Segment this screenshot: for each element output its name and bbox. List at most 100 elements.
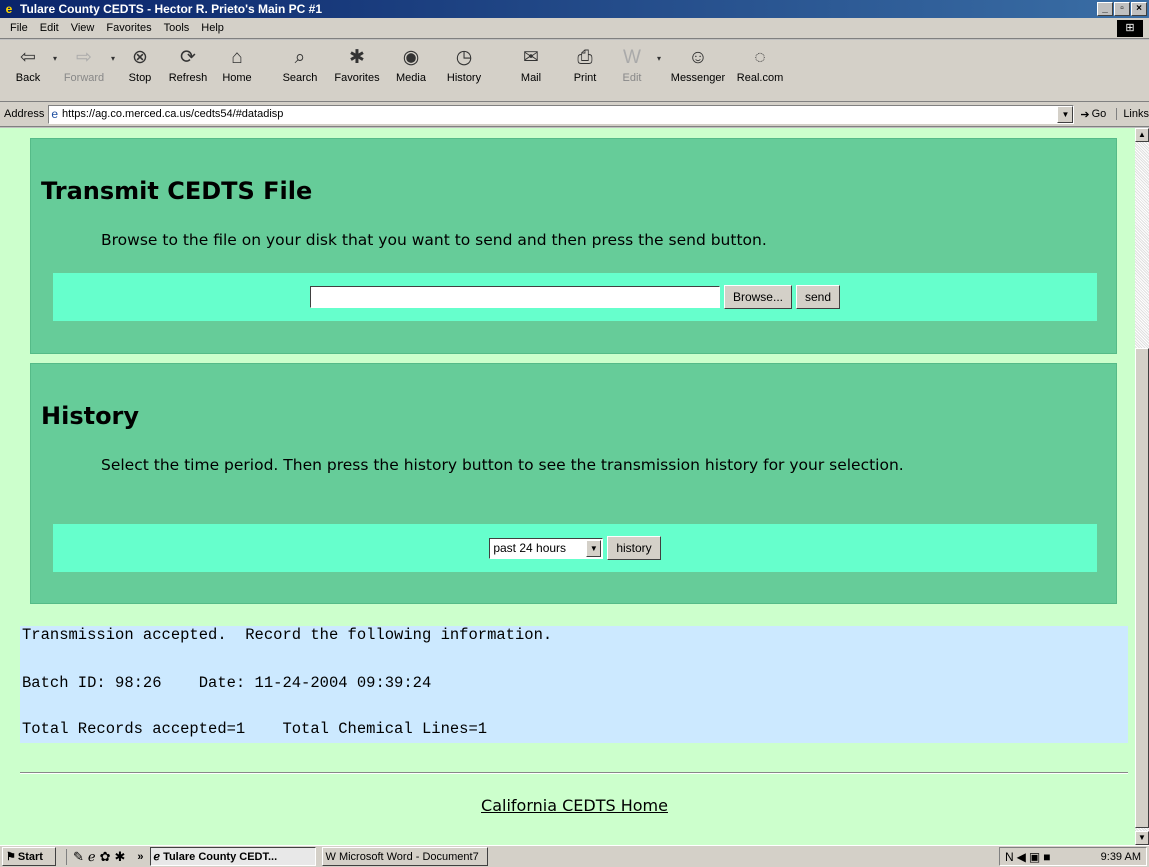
volume-icon[interactable]: ◀	[1017, 850, 1026, 864]
scroll-up-icon[interactable]: ▲	[1135, 128, 1149, 142]
title-bar: e Tulare County CEDTS - Hector R. Prieto…	[0, 0, 1149, 18]
media-button[interactable]: ◉ Media	[386, 40, 436, 100]
taskbar: ⚑ Start ✎ ℯ ✿ ✱ » ℯ Tulare County CEDT..…	[0, 845, 1149, 867]
favorites-star-icon: ✱	[349, 47, 365, 68]
refresh-icon: ⟳	[180, 47, 196, 68]
time-period-select[interactable]: past 24 hours ▼	[489, 537, 604, 559]
windows-logo-icon: ⊞	[1117, 20, 1143, 37]
back-arrow-icon: ⇦	[20, 47, 36, 68]
transmit-heading: Transmit CEDTS File	[41, 177, 313, 205]
close-button[interactable]: ×	[1131, 2, 1147, 16]
search-button[interactable]: ⌕ Search	[272, 40, 328, 100]
home-button[interactable]: ⌂ Home	[214, 40, 260, 100]
history-form-row: past 24 hours ▼ history	[53, 524, 1097, 572]
quick-launch: ✎ ℯ ✿ ✱	[66, 848, 131, 865]
edit-dropdown-icon[interactable]: ▾	[654, 40, 664, 63]
word-edit-icon: W	[623, 47, 641, 68]
transmit-form-row: Browse... send	[53, 273, 1097, 321]
menu-help[interactable]: Help	[195, 22, 230, 34]
norton-icon[interactable]: N	[1005, 850, 1014, 864]
transmission-result: Transmission accepted. Record the follow…	[20, 626, 1128, 743]
back-dropdown-icon[interactable]: ▾	[50, 40, 60, 63]
scroll-down-icon[interactable]: ▼	[1135, 831, 1149, 845]
back-button[interactable]: ⇦ Back	[6, 40, 50, 100]
address-dropdown-icon[interactable]: ▼	[1057, 105, 1074, 123]
outlook-icon[interactable]: ✿	[100, 849, 111, 865]
home-icon: ⌂	[231, 47, 243, 68]
taskbar-item-word[interactable]: W Microsoft Word - Document7	[321, 847, 488, 866]
refresh-button[interactable]: ⟳ Refresh	[162, 40, 214, 100]
result-totals: Total Records accepted=1 Total Chemical …	[22, 720, 488, 738]
history-panel: History Select the time period. Then pre…	[30, 363, 1117, 604]
result-batch-info: Batch ID: 98:26 Date: 11-24-2004 09:39:2…	[22, 674, 432, 692]
desktop-icon[interactable]: ✎	[73, 849, 84, 865]
media-icon: ◉	[402, 47, 420, 68]
system-tray: N ◀ ▣ ■ 9:39 AM	[999, 847, 1147, 866]
menu-tools[interactable]: Tools	[158, 22, 196, 34]
forward-button[interactable]: ⇨ Forward	[60, 40, 108, 100]
select-dropdown-icon: ▼	[586, 539, 602, 557]
history-toolbar-button[interactable]: ◷ History	[436, 40, 492, 100]
history-heading: History	[41, 402, 140, 430]
ie-task-icon: ℯ	[153, 851, 161, 863]
mail-button[interactable]: ✉ Mail	[502, 40, 560, 100]
transmit-panel: Transmit CEDTS File Browse to the file o…	[30, 138, 1117, 354]
print-button[interactable]: ⎙ Print	[560, 40, 610, 100]
messenger-button[interactable]: ☺ Messenger	[664, 40, 732, 100]
links-button[interactable]: Links	[1116, 108, 1149, 120]
search-icon: ⌕	[294, 47, 306, 68]
taskbar-item-ie[interactable]: ℯ Tulare County CEDT...	[149, 847, 316, 866]
divider	[20, 772, 1128, 774]
windows-flag-icon: ⚑	[6, 851, 16, 863]
address-bar: Address e https://ag.co.merced.ca.us/ced…	[0, 102, 1149, 127]
minimize-button[interactable]: _	[1097, 2, 1113, 16]
menu-favorites[interactable]: Favorites	[100, 22, 157, 34]
favorites-button[interactable]: ✱ Favorites	[328, 40, 386, 100]
media-player-icon[interactable]: ✱	[115, 849, 126, 865]
vertical-scrollbar[interactable]: ▲ ▼	[1135, 128, 1149, 845]
page-content: Transmit CEDTS File Browse to the file o…	[0, 128, 1135, 845]
mail-icon: ✉	[523, 47, 539, 68]
transmit-instructions: Browse to the file on your disk that you…	[101, 231, 767, 249]
ie-quicklaunch-icon[interactable]: ℯ	[88, 849, 96, 865]
menu-bar: File Edit View Favorites Tools Help ⊞	[0, 18, 1149, 39]
scroll-thumb[interactable]	[1135, 348, 1149, 828]
printer-icon: ⎙	[577, 47, 593, 68]
cedts-home-link[interactable]: California CEDTS Home	[0, 796, 1135, 815]
stop-button[interactable]: ⊗ Stop	[118, 40, 162, 100]
maximize-button[interactable]: ▫	[1114, 2, 1130, 16]
window-title: Tulare County CEDTS - Hector R. Prieto's…	[20, 2, 323, 16]
word-task-icon: W	[325, 850, 336, 863]
result-status: Transmission accepted. Record the follow…	[22, 626, 553, 644]
menu-file[interactable]: File	[4, 22, 34, 34]
address-url: https://ag.co.merced.ca.us/cedts54/#data…	[62, 108, 284, 120]
menu-edit[interactable]: Edit	[34, 22, 65, 34]
chevron-icon[interactable]: »	[137, 851, 143, 863]
address-input[interactable]: e https://ag.co.merced.ca.us/cedts54/#da…	[48, 104, 1075, 124]
menu-view[interactable]: View	[65, 22, 101, 34]
start-button[interactable]: ⚑ Start	[2, 847, 56, 866]
stop-icon: ⊗	[132, 47, 148, 68]
realcom-icon: ◌	[754, 47, 766, 68]
go-arrow-icon: ➔	[1080, 108, 1090, 121]
forward-arrow-icon: ⇨	[76, 47, 92, 68]
page-icon: e	[51, 107, 59, 121]
history-icon: ◷	[455, 47, 473, 68]
browse-button[interactable]: Browse...	[723, 285, 792, 309]
ie-icon: e	[5, 2, 13, 16]
network-icon[interactable]: ▣	[1029, 850, 1040, 864]
history-instructions: Select the time period. Then press the h…	[101, 456, 904, 474]
clock: 9:39 AM	[1100, 850, 1141, 863]
send-button[interactable]: send	[795, 285, 841, 309]
toolbar: ⇦ Back ▾ ⇨ Forward ▾ ⊗ Stop ⟳ Refresh ⌂ …	[0, 40, 1149, 102]
forward-dropdown-icon[interactable]: ▾	[108, 40, 118, 63]
flag-icon[interactable]: ■	[1043, 850, 1050, 864]
file-path-input[interactable]	[309, 286, 720, 308]
realcom-button[interactable]: ◌ Real.com	[732, 40, 788, 100]
address-label: Address	[4, 108, 45, 120]
history-button[interactable]: history	[607, 536, 661, 560]
edit-toolbar-button[interactable]: W Edit	[610, 40, 654, 100]
window-controls: _ ▫ ×	[1097, 2, 1147, 16]
go-button[interactable]: ➔ Go	[1080, 108, 1106, 121]
messenger-person-icon: ☺	[688, 47, 708, 68]
